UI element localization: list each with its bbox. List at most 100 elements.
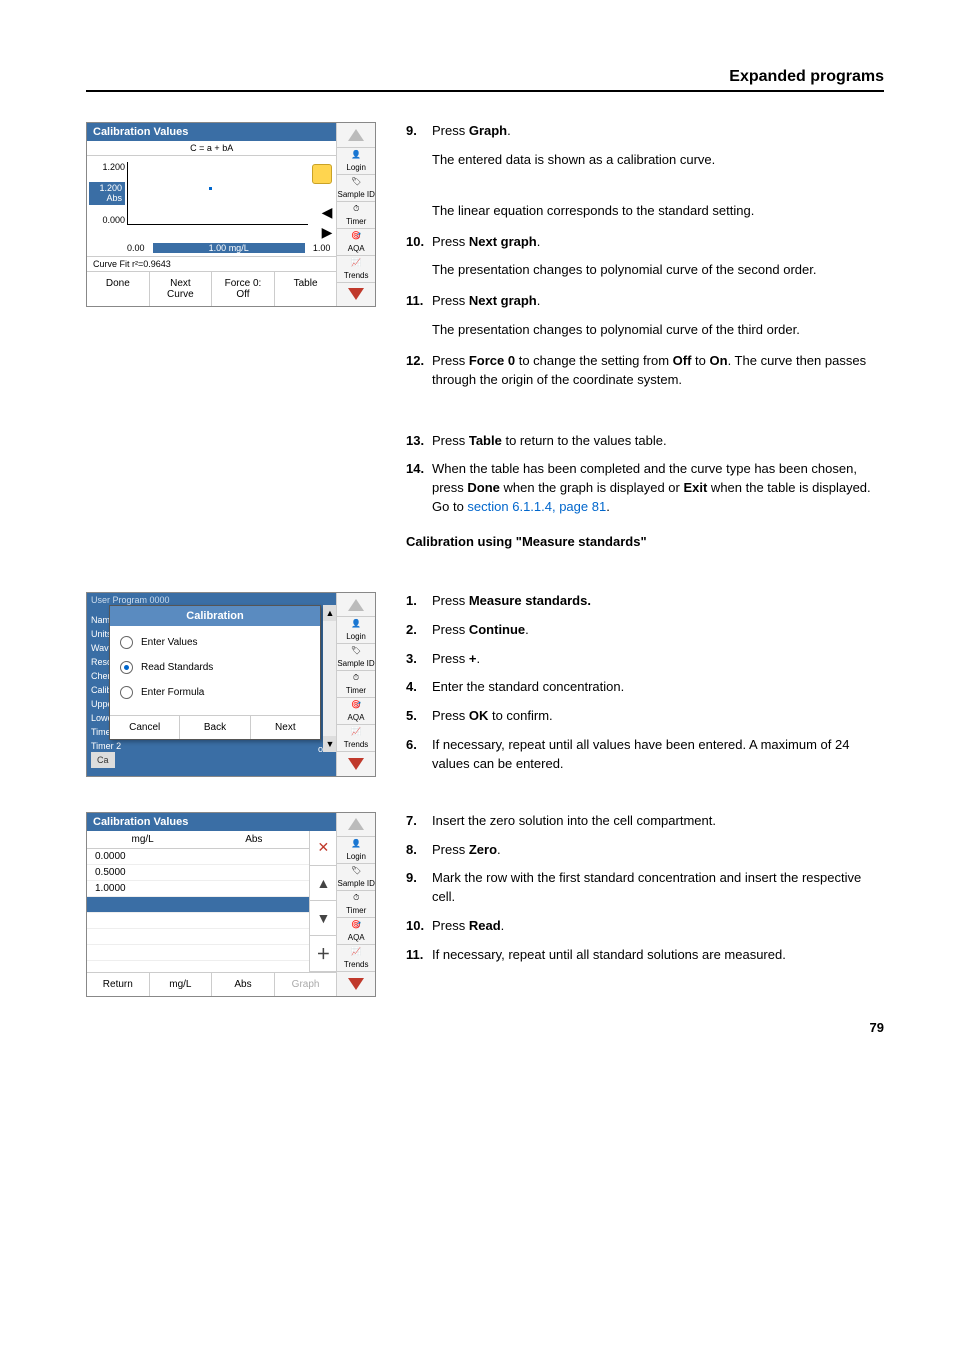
radio-read-standards[interactable]: Read Standards [120,661,310,674]
sidebar-sample-id[interactable]: 🏷Sample ID [337,644,375,671]
bstep-11: 11.If necessary, repeat until all standa… [406,946,884,965]
sidebar-down[interactable] [337,283,375,307]
sidebar-trends[interactable]: 📈Trends [337,725,375,752]
dialog-title: Calibration Values [87,123,336,141]
screenshot-calibration-dialog: User Program 0000 Name: Units: Wavel Res… [86,592,376,777]
y-axis-abs: 1.200 Abs [89,182,125,206]
scroll-up-icon: ▲ [323,605,337,621]
sidebar-timer[interactable]: ⏱Timer [337,891,375,918]
mstep-1: 1.Press Measure standards. [406,592,884,611]
step-10: 10. Press Next graph. [406,233,884,252]
clock-icon: ⏱ [349,204,363,216]
step-13: 13. Press Table to return to the values … [406,432,884,451]
step-12: 12. Press Force 0 to change the setting … [406,352,884,390]
x-axis-mid: 1.00 mg/L [153,243,305,253]
section-link[interactable]: section 6.1.1.4, page 81 [467,499,606,514]
sidebar-timer[interactable]: ⏱Timer [337,202,375,229]
page: Expanded programs Calibration Values C =… [0,0,954,1065]
arrow-right-icon[interactable]: ▶ [322,224,333,241]
lock-icon[interactable] [312,164,332,184]
done-button[interactable]: Done [87,272,150,306]
table-row: 0.0000 [87,849,309,865]
bg-top: User Program 0000 [91,595,170,605]
chart-area [127,162,308,225]
mstep-6: 6.If necessary, repeat until all values … [406,736,884,774]
next-curve-button[interactable]: Next Curve [150,272,213,306]
table-button[interactable]: Table [275,272,337,306]
sidebar-aqa[interactable]: 🎯AQA [337,918,375,945]
next-button[interactable]: Next [251,716,320,739]
sidebar-up[interactable] [337,813,375,838]
section-3: Calibration Values mg/L Abs 0.0000 0.500… [86,812,884,997]
mstep-2: 2.Press Continue. [406,621,884,640]
sidebar-aqa[interactable]: 🎯AQA [337,229,375,256]
bstep-9: 9.Mark the row with the first standard c… [406,869,884,907]
table-row [87,945,309,961]
sidebar-timer[interactable]: ⏱Timer [337,671,375,698]
sidebar-up[interactable] [337,123,375,148]
mstep-3: 3.Press +. [406,650,884,669]
tag-icon: 🏷 [349,177,363,189]
sidebar-up[interactable] [337,593,375,618]
add-button[interactable]: ＋ [310,936,336,971]
dialog-title: Calibration [110,606,320,626]
radio-enter-values[interactable]: Enter Values [120,636,310,649]
sidebar-trends[interactable]: 📈Trends [337,256,375,283]
scroll-down-icon: ▼ [323,736,337,752]
screenshot-calibration-graph: Calibration Values C = a + bA 1.200 1.20… [86,122,376,307]
step-10-text: The presentation changes to polynomial c… [432,261,884,280]
abs-button[interactable]: Abs [212,973,275,996]
dialog-title: Calibration Values [87,813,336,831]
step-9-text-2: The linear equation corresponds to the s… [432,202,884,221]
mgl-button[interactable]: mg/L [150,973,213,996]
sidebar-aqa[interactable]: 🎯AQA [337,698,375,725]
step-11-text: The presentation changes to polynomial c… [432,321,884,340]
sidebar-login[interactable]: 👤Login [337,617,375,644]
section-1: Calibration Values C = a + bA 1.200 1.20… [86,122,884,564]
user-icon: 👤 [349,150,363,162]
page-number: 79 [870,1020,884,1035]
screenshot-calibration-table: Calibration Values mg/L Abs 0.0000 0.500… [86,812,376,997]
table-row [87,929,309,945]
up-button[interactable]: ▲ [310,866,336,901]
arrow-left-icon[interactable]: ◀ [322,204,333,221]
table-row: 0.5000 [87,865,309,881]
sidebar-login[interactable]: 👤Login [337,148,375,175]
subheading-measure-standards: Calibration using "Measure standards" [406,533,884,552]
graph-button[interactable]: Graph [275,973,337,996]
mstep-4: 4.Enter the standard concentration. [406,678,884,697]
bstep-10: 10.Press Read. [406,917,884,936]
x-axis-left: 0.00 [127,243,145,253]
force-0-button[interactable]: Force 0: Off [212,272,275,306]
bstep-8: 8.Press Zero. [406,841,884,860]
header-rule [86,90,884,92]
y-axis-top: 1.200 [89,162,125,172]
calibration-dialog: Calibration Enter Values Read Standards … [109,605,321,740]
table-body: 0.0000 0.5000 1.0000 [87,849,309,972]
return-button[interactable]: Return [87,973,150,996]
back-button[interactable]: Back [180,716,250,739]
y-axis-bottom: 0.000 [89,215,125,225]
page-title: Expanded programs [86,68,884,86]
sidebar-down[interactable] [337,752,375,776]
step-14: 14. When the table has been completed an… [406,460,884,517]
target-icon: 🎯 [349,231,363,243]
curve-fit-label: Curve Fit r²=0.9643 [87,256,336,271]
mstep-5: 5.Press OK to confirm. [406,707,884,726]
table-row: 1.0000 [87,881,309,897]
step-9: 9. Press Graph. [406,122,884,141]
step-9-text-1: The entered data is shown as a calibrati… [432,151,884,170]
cancel-button[interactable]: Cancel [110,716,180,739]
col-mgl: mg/L [87,831,198,848]
equation-label: C = a + bA [87,141,336,156]
sidebar-sample-id[interactable]: 🏷Sample ID [337,175,375,202]
sidebar-down[interactable] [337,972,375,996]
radio-enter-formula[interactable]: Enter Formula [120,686,310,699]
scrollbar[interactable]: ▲ ▼ [323,605,337,752]
sidebar-sample-id[interactable]: 🏷Sample ID [337,864,375,891]
sidebar-login[interactable]: 👤Login [337,837,375,864]
delete-button[interactable]: ✕ [310,831,336,866]
down-button[interactable]: ▼ [310,901,336,936]
sidebar-trends[interactable]: 📈Trends [337,945,375,972]
step-11: 11. Press Next graph. [406,292,884,311]
